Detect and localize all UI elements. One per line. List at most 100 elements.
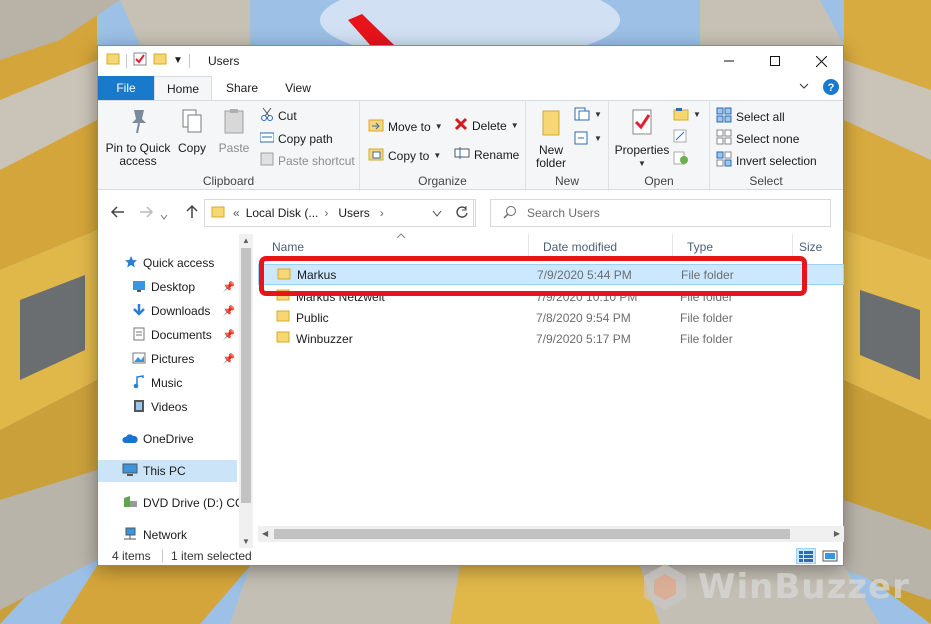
new-folder-button[interactable]: New folder [532,107,570,170]
customize-toolbar-icon[interactable]: ▼ [173,55,183,66]
properties-button[interactable]: Properties ▼ [613,107,671,170]
copy-button[interactable]: Copy [174,107,210,155]
properties-icon[interactable] [133,52,147,69]
new-folder-icon[interactable] [153,52,167,69]
nav-item-pictures[interactable]: Pictures 📌 [98,348,237,370]
minimize-button[interactable] [706,46,752,76]
breadcrumb-users[interactable]: Users [338,206,369,220]
watermark-text: WinBuzzer [698,567,910,607]
nav-item-onedrive[interactable]: OneDrive [98,428,237,450]
copy-label: Copy [177,141,206,155]
edit-button[interactable] [673,129,687,143]
nav-item-documents[interactable]: Documents 📌 [98,324,237,346]
address-dropdown-icon[interactable] [431,208,443,222]
search-box[interactable]: Search Users [490,199,831,227]
new-item-button[interactable]: ▼ [574,107,602,121]
pin-to-quick-access-button[interactable]: Pin to Quick access [102,107,174,168]
move-to-icon [368,117,384,136]
refresh-button[interactable] [448,199,476,227]
copy-to-icon [368,146,384,165]
chevron-down-icon[interactable] [798,80,810,95]
table-row[interactable]: Public 7/8/2020 9:54 PM File folder [258,307,844,328]
breadcrumb-local-disk[interactable]: Local Disk (... [246,206,319,220]
tab-share[interactable]: Share [212,76,272,100]
scroll-thumb[interactable] [241,248,251,503]
navigation-pane-scrollbar[interactable]: ▲ ▼ [239,234,253,548]
rename-button[interactable]: Rename [454,146,519,163]
copy-to-label: Copy to [388,148,430,163]
recent-locations-icon[interactable] [160,208,168,226]
download-arrow-icon [132,303,146,320]
help-icon[interactable]: ? [822,78,840,99]
open-group-label: Open [644,174,674,188]
open-button[interactable]: ▼ [673,107,701,121]
paste-shortcut-icon [260,152,274,169]
quick-access-toolbar: ▼ [106,52,190,69]
table-row[interactable]: Winbuzzer 7/9/2020 5:17 PM File folder [258,328,844,349]
breadcrumb-overflow[interactable]: « [233,206,240,220]
nav-item-videos[interactable]: Videos [98,396,237,418]
pin-icon: 📌 [222,305,235,317]
tab-home[interactable]: Home [154,76,212,100]
scissors-icon [260,107,274,124]
folder-icon [211,205,225,222]
nav-label: Quick access [143,256,215,270]
select-all-button[interactable]: Select all [716,107,785,126]
open-group: Properties ▼ ▼ Open [609,101,710,191]
delete-x-icon [454,117,468,134]
file-list-scrollbar[interactable]: ◀ ▶ [258,526,844,542]
history-button[interactable] [673,151,689,165]
scroll-right-icon[interactable]: ▶ [834,529,840,538]
scroll-left-icon[interactable]: ◀ [262,529,268,538]
annotation-highlight-box [259,256,807,296]
nav-item-this-pc[interactable]: This PC [98,460,237,482]
copy-to-button[interactable]: Copy to ▼ [368,146,441,165]
nav-item-quick-access[interactable]: Quick access [98,252,237,274]
nav-item-dvd-drive[interactable]: DVD Drive (D:) CC [98,492,244,514]
breadcrumb-separator-icon: › [379,206,384,220]
nav-item-downloads[interactable]: Downloads 📌 [98,300,237,322]
pin-icon: 📌 [222,281,235,293]
maximize-button[interactable] [752,46,798,76]
document-icon [132,327,146,344]
file-date: 7/9/2020 5:17 PM [536,331,631,346]
scroll-thumb[interactable] [274,529,790,539]
scroll-down-icon[interactable]: ▼ [242,537,250,546]
dropdown-caret-icon: ▼ [434,122,443,131]
nav-label: Videos [151,400,188,414]
delete-button[interactable]: Delete ▼ [454,117,519,134]
nav-label: DVD Drive (D:) CC [143,496,244,510]
paste-button[interactable]: Paste [214,107,254,155]
properties-label: Properties [614,143,670,157]
dropdown-caret-icon: ▼ [594,133,602,143]
paste-shortcut-label: Paste shortcut [278,153,355,168]
dropdown-caret-icon: ▼ [594,109,602,119]
forward-arrow-icon[interactable] [138,204,154,225]
up-arrow-icon[interactable] [184,204,200,225]
invert-selection-button[interactable]: Invert selection [716,151,817,170]
back-arrow-icon[interactable] [110,204,126,225]
cloud-icon [122,432,138,447]
copy-path-button[interactable]: Copy path [259,130,333,147]
copy-icon [174,107,210,138]
tab-file[interactable]: File [98,76,154,100]
address-bar[interactable]: « Local Disk (... › Users › [204,199,474,227]
tab-view[interactable]: View [272,76,324,100]
paste-shortcut-button[interactable]: Paste shortcut [260,152,355,169]
scroll-up-icon[interactable]: ▲ [242,236,250,245]
dropdown-caret-icon: ▼ [510,121,519,130]
nav-item-desktop[interactable]: Desktop 📌 [98,276,237,298]
move-to-button[interactable]: Move to ▼ [368,117,443,136]
nav-item-music[interactable]: Music [98,372,237,394]
close-button[interactable] [798,46,844,76]
rename-icon [454,146,470,163]
ribbon-tabs: File Home Share View ? [98,76,843,100]
cut-button[interactable]: Cut [260,107,297,124]
easy-access-button[interactable]: ▼ [574,131,602,145]
select-none-label: Select none [736,131,800,146]
file-name: Winbuzzer [296,331,353,346]
nav-item-network[interactable]: Network [98,524,237,546]
picture-icon [132,351,146,368]
delete-label: Delete [472,118,507,133]
select-none-button[interactable]: Select none [716,129,799,148]
